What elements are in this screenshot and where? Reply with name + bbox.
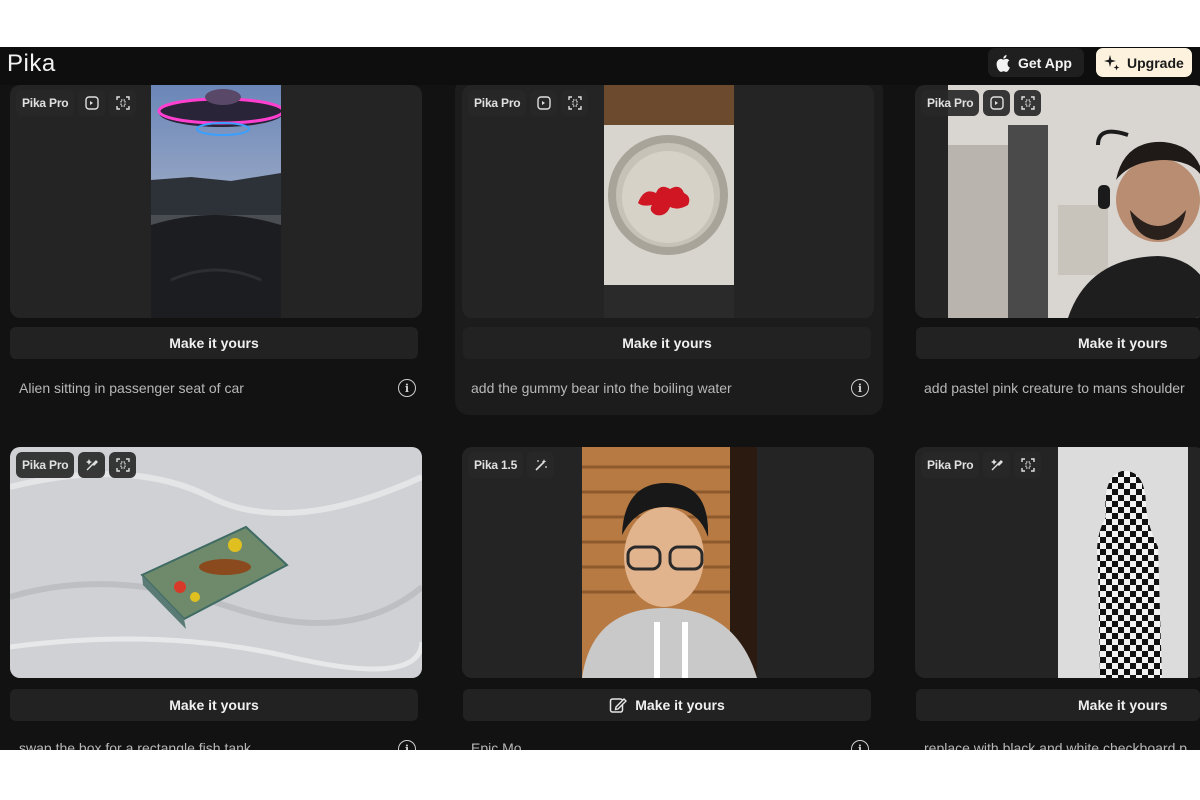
- video-preview-fish-tank: [10, 447, 422, 678]
- model-badge: Pika 1.5: [468, 452, 524, 478]
- card-badges: Pika Pro: [921, 452, 1042, 478]
- upgrade-button[interactable]: Upgrade: [1096, 48, 1192, 77]
- card-badges: Pika Pro: [921, 90, 1042, 116]
- apple-icon: [996, 54, 1010, 72]
- make-it-yours-button[interactable]: Make it yours: [463, 689, 871, 721]
- card-badges: Pika Pro: [16, 452, 137, 478]
- video-thumbnail[interactable]: Pika 1.5: [462, 447, 874, 678]
- video-preview-ufo: [151, 85, 281, 318]
- card-badges: Pika Pro: [16, 90, 137, 116]
- video-thumbnail[interactable]: Pika Pro: [915, 447, 1200, 678]
- prompt-text: Epic Mo: [471, 740, 522, 750]
- model-badge: Pika Pro: [16, 452, 75, 478]
- info-icon[interactable]: i: [851, 379, 869, 397]
- model-badge: Pika Pro: [921, 90, 980, 116]
- top-bar: Pika Get App Upgrade: [0, 47, 1200, 85]
- video-thumbnail[interactable]: Pika Pro: [915, 85, 1200, 318]
- make-it-yours-label: Make it yours: [169, 335, 259, 351]
- make-it-yours-button[interactable]: Make it yours: [916, 327, 1200, 359]
- app-screen: Pika Get App Upgrade Pika Pro Make it yo…: [0, 47, 1200, 750]
- sparkle-icon: [1104, 54, 1120, 70]
- expand-frame-icon[interactable]: [1014, 452, 1042, 478]
- make-it-yours-label: Make it yours: [635, 697, 725, 713]
- sound-effect-icon[interactable]: [530, 90, 558, 116]
- make-it-yours-label: Make it yours: [1078, 335, 1168, 351]
- info-icon[interactable]: i: [398, 379, 416, 397]
- prompt-text: Alien sitting in passenger seat of car: [19, 380, 244, 396]
- make-it-yours-button[interactable]: Make it yours: [10, 689, 418, 721]
- make-it-yours-label: Make it yours: [1078, 697, 1168, 713]
- model-badge: Pika Pro: [468, 90, 527, 116]
- info-icon[interactable]: i: [851, 740, 869, 750]
- video-preview-checkerboard: [1058, 447, 1188, 678]
- pikaswap-icon[interactable]: [78, 452, 106, 478]
- expand-frame-icon[interactable]: [109, 452, 137, 478]
- sound-effect-icon[interactable]: [983, 90, 1011, 116]
- expand-frame-icon[interactable]: [109, 90, 137, 116]
- get-app-label: Get App: [1018, 54, 1072, 71]
- model-badge: Pika Pro: [16, 90, 75, 116]
- card-badges: Pika 1.5: [468, 452, 555, 478]
- make-it-yours-button[interactable]: Make it yours: [10, 327, 418, 359]
- prompt-text: replace with black and white checkboard …: [924, 740, 1188, 750]
- prompt-text: add pastel pink creature to mans shoulde…: [924, 380, 1185, 396]
- expand-frame-icon[interactable]: [561, 90, 589, 116]
- video-preview-pot: [604, 85, 734, 318]
- card-badges: Pika Pro: [468, 90, 589, 116]
- get-app-button[interactable]: Get App: [988, 48, 1084, 77]
- sound-effect-icon[interactable]: [78, 90, 106, 116]
- edit-icon: [610, 698, 628, 713]
- video-thumbnail[interactable]: Pika Pro: [10, 447, 422, 678]
- video-thumbnail[interactable]: Pika Pro: [10, 85, 422, 318]
- upgrade-label: Upgrade: [1127, 54, 1184, 71]
- pika-logo[interactable]: Pika: [7, 50, 56, 78]
- prompt-text: swap the box for a rectangle fish tank: [19, 740, 251, 750]
- video-thumbnail[interactable]: Pika Pro: [462, 85, 874, 318]
- video-preview-portrait: [582, 447, 757, 678]
- prompt-text: add the gummy bear into the boiling wate…: [471, 380, 732, 396]
- model-badge: Pika Pro: [921, 452, 980, 478]
- pikaswap-icon[interactable]: [983, 452, 1011, 478]
- expand-frame-icon[interactable]: [1014, 90, 1042, 116]
- make-it-yours-button[interactable]: Make it yours: [916, 689, 1200, 721]
- magic-wand-icon[interactable]: [527, 452, 555, 478]
- make-it-yours-button[interactable]: Make it yours: [463, 327, 871, 359]
- info-icon[interactable]: i: [398, 740, 416, 750]
- make-it-yours-label: Make it yours: [622, 335, 712, 351]
- video-preview-man: [948, 85, 1200, 318]
- make-it-yours-label: Make it yours: [169, 697, 259, 713]
